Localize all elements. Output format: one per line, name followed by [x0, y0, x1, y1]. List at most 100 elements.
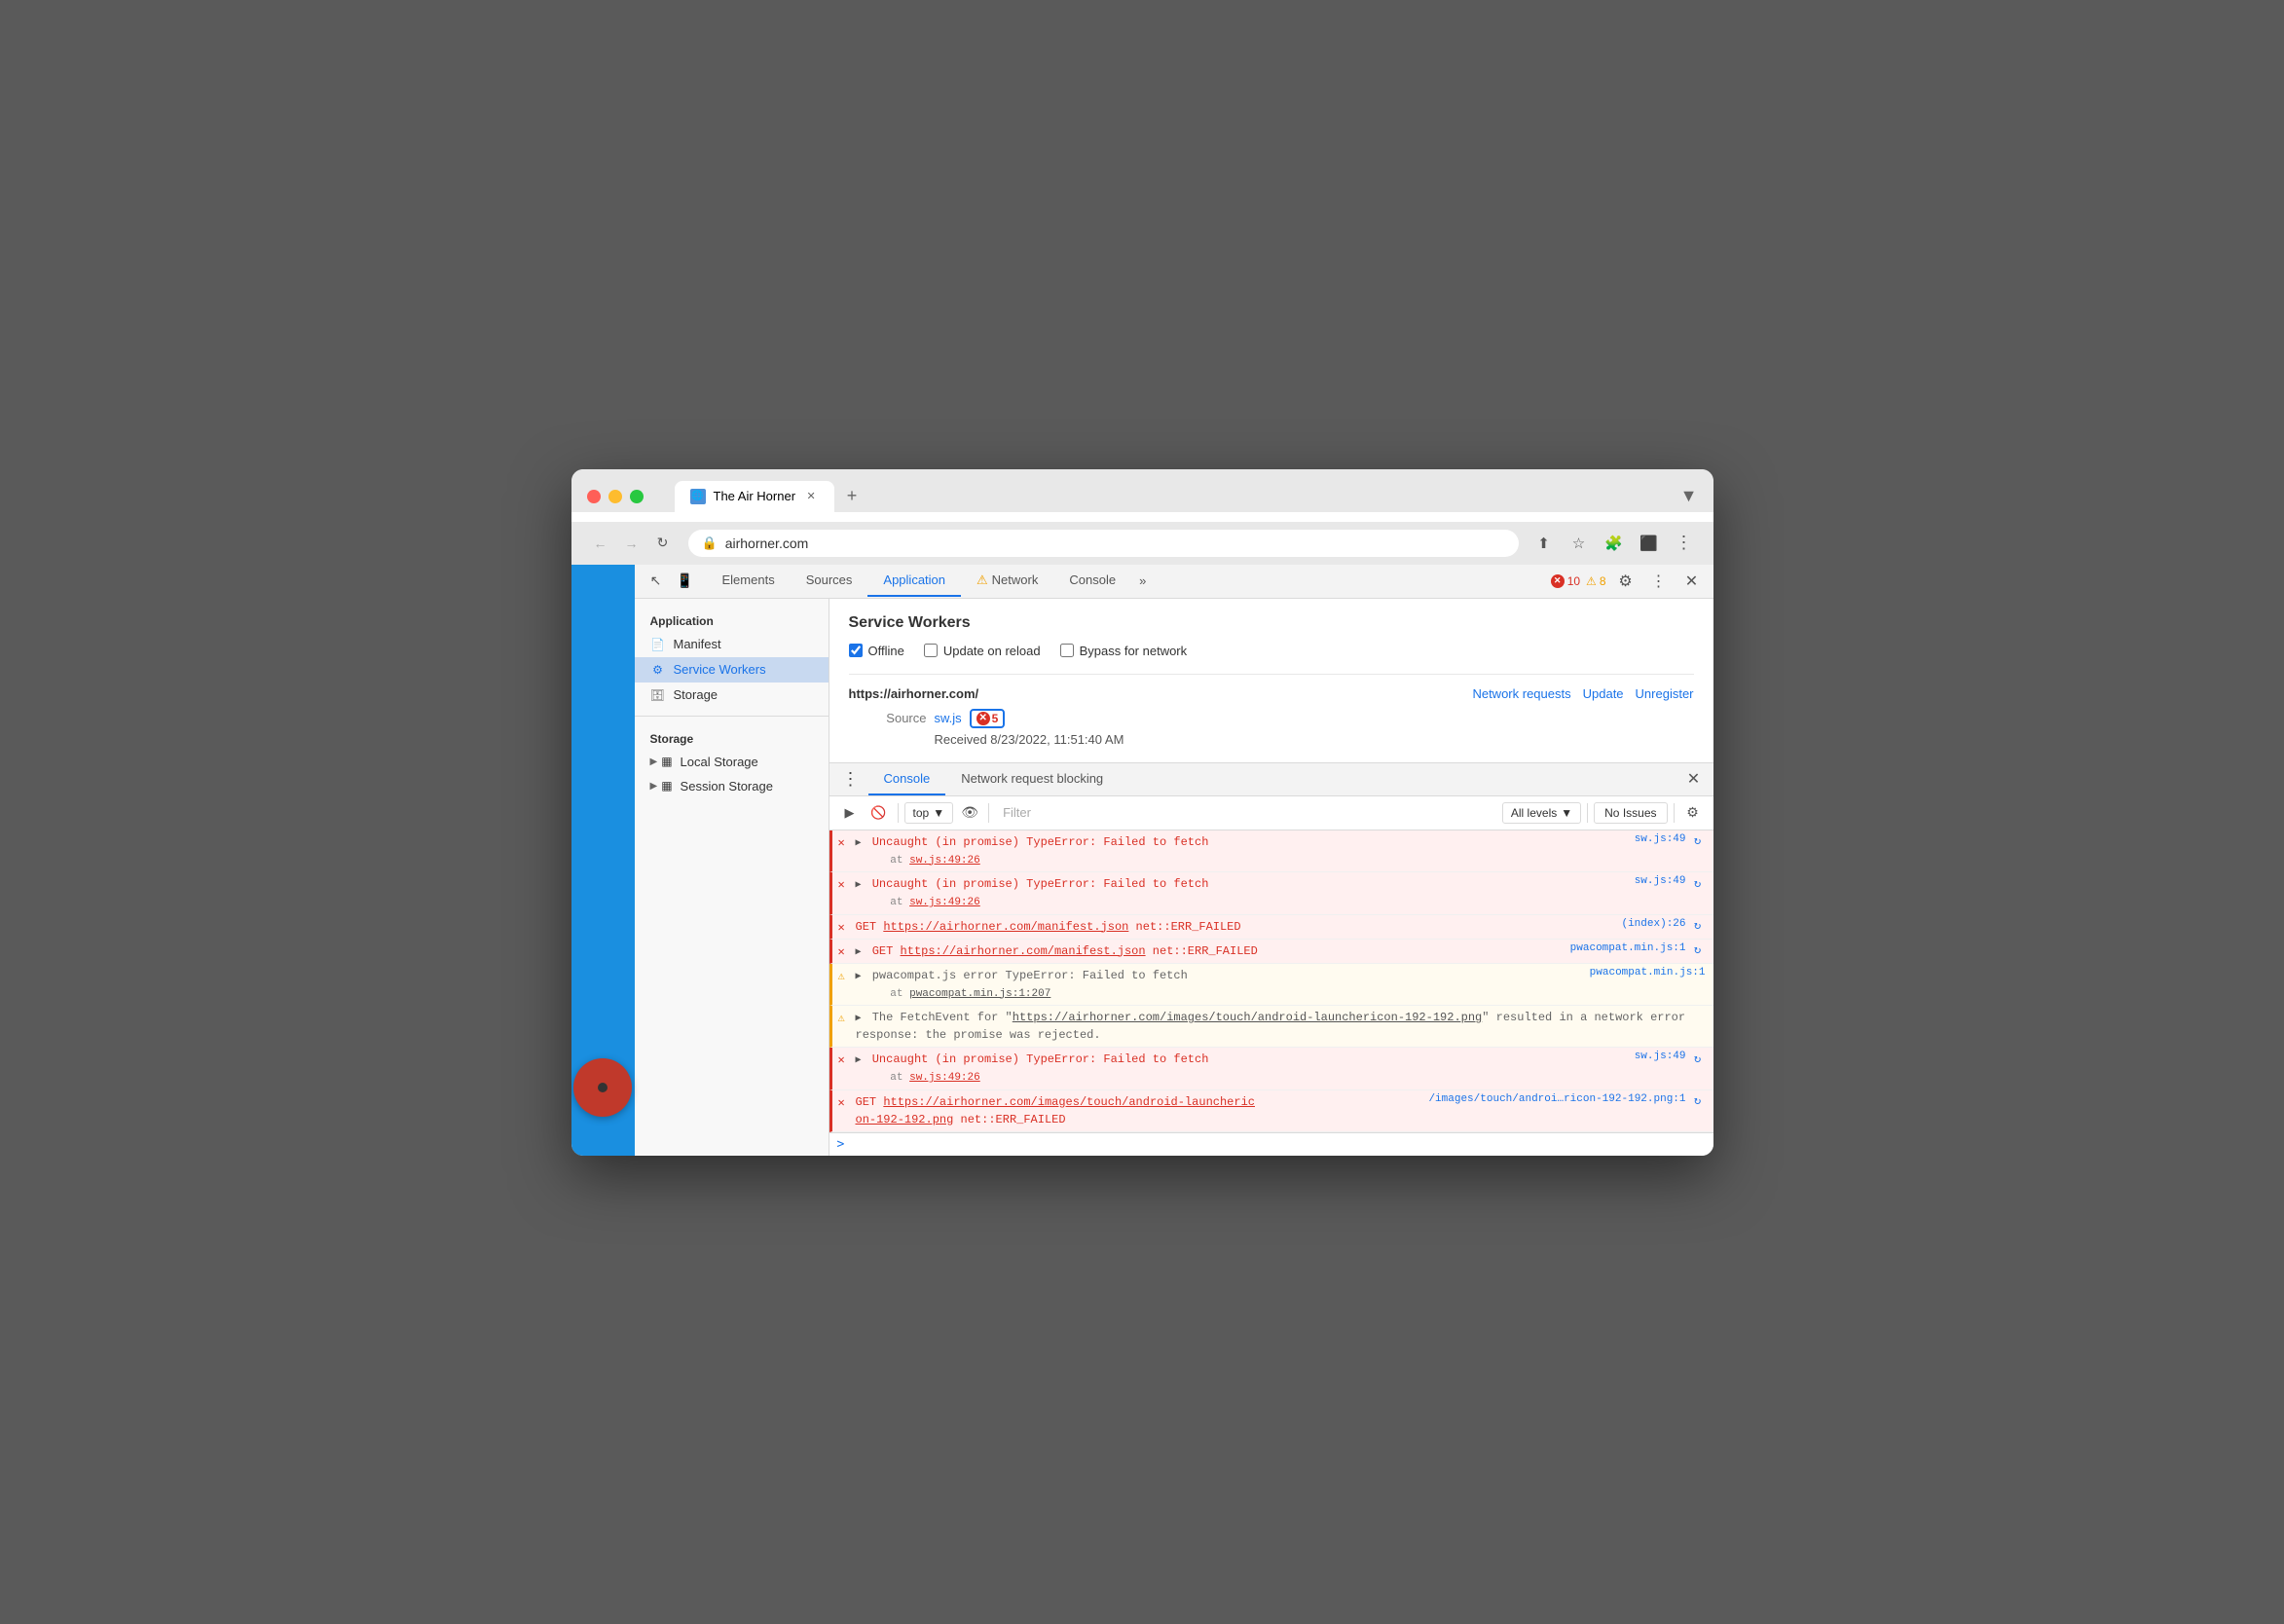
- unregister-link[interactable]: Unregister: [1636, 686, 1694, 701]
- sidebar-item-manifest[interactable]: 📄 Manifest: [635, 632, 829, 657]
- update-on-reload-checkbox-label[interactable]: Update on reload: [924, 644, 1041, 658]
- tab-application[interactable]: Application: [867, 565, 961, 597]
- log-sub-link[interactable]: sw.js:49:26: [909, 1072, 980, 1084]
- sw-source-file-link[interactable]: sw.js: [935, 711, 962, 725]
- sidebar-item-local-storage[interactable]: ▶ ▦ Local Storage: [635, 750, 829, 774]
- clear-console-button[interactable]: 🚫: [866, 800, 892, 826]
- tab-elements[interactable]: Elements: [707, 565, 791, 597]
- log-sub-link[interactable]: sw.js:49:26: [909, 855, 980, 867]
- no-issues-badge[interactable]: No Issues: [1594, 802, 1667, 824]
- console-tab-console[interactable]: Console: [868, 763, 946, 795]
- sidebar-label-session-storage: Session Storage: [681, 779, 773, 794]
- expand-arrow-icon[interactable]: ▶: [856, 1014, 862, 1024]
- expand-arrow-icon[interactable]: ▶: [856, 972, 862, 982]
- update-on-reload-checkbox[interactable]: [924, 644, 938, 657]
- log-message: Uncaught (in promise) TypeError: Failed …: [872, 1052, 1209, 1066]
- eye-button[interactable]: 👁: [957, 800, 982, 826]
- devtools-close-button[interactable]: ✕: [1678, 568, 1706, 595]
- network-requests-link[interactable]: Network requests: [1472, 686, 1570, 701]
- context-chevron-icon: ▼: [933, 806, 944, 820]
- filter-input[interactable]: [995, 801, 1498, 824]
- bypass-checkbox-label[interactable]: Bypass for network: [1060, 644, 1188, 658]
- log-reload-icon[interactable]: ↻: [1690, 918, 1706, 934]
- log-source[interactable]: pwacompat.min.js:1: [1574, 967, 1706, 978]
- sw-error-badge[interactable]: ✕ 5: [970, 709, 1006, 728]
- close-traffic-light[interactable]: [587, 490, 601, 503]
- levels-selector[interactable]: All levels ▼: [1502, 802, 1581, 824]
- error-count-badge[interactable]: ✕ 10: [1551, 574, 1580, 588]
- log-fetch-link[interactable]: https://airhorner.com/images/touch/andro…: [1013, 1011, 1482, 1024]
- menu-button[interactable]: ⋮: [1671, 530, 1698, 557]
- tab-sources[interactable]: Sources: [791, 565, 868, 597]
- active-tab[interactable]: 🌐 The Air Horner ✕: [675, 481, 835, 512]
- error-icon: ✕: [838, 944, 845, 959]
- bookmark-button[interactable]: ☆: [1566, 530, 1593, 557]
- forward-button[interactable]: →: [618, 530, 645, 557]
- extensions-button[interactable]: 🧩: [1601, 530, 1628, 557]
- log-sub-link[interactable]: pwacompat.min.js:1:207: [909, 988, 1050, 1000]
- console-input[interactable]: [852, 1137, 1705, 1152]
- refresh-button[interactable]: ↻: [649, 530, 677, 557]
- console-settings-gear[interactable]: ⚙: [1680, 800, 1706, 826]
- source-label: Source: [849, 711, 927, 725]
- sidebar-item-storage[interactable]: 🗄 Storage: [635, 683, 829, 708]
- log-reload-icon[interactable]: ↻: [1690, 833, 1706, 849]
- sidebar-item-service-workers[interactable]: ⚙ Service Workers: [635, 657, 829, 683]
- sw-origin-row: https://airhorner.com/ Network requests …: [849, 686, 1694, 701]
- expand-arrow-icon[interactable]: ▶: [856, 947, 862, 958]
- update-link[interactable]: Update: [1583, 686, 1624, 701]
- log-reload-icon[interactable]: ↻: [1690, 942, 1706, 958]
- warning-count-badge[interactable]: ⚠ 8: [1586, 574, 1605, 588]
- log-source[interactable]: sw.js:49: [1619, 875, 1686, 887]
- airhorn-button[interactable]: [573, 1058, 632, 1117]
- log-reload-icon[interactable]: ↻: [1690, 1051, 1706, 1066]
- console-close-button[interactable]: ✕: [1682, 767, 1706, 791]
- log-sub: at sw.js:49:26: [856, 855, 980, 867]
- log-entry: ✕ ▶ GET https://airhorner.com/manifest.j…: [829, 940, 1713, 964]
- log-sub-link[interactable]: sw.js:49:26: [909, 897, 980, 908]
- back-button[interactable]: ←: [587, 530, 614, 557]
- execute-button[interactable]: ▶: [837, 800, 863, 826]
- expand-arrow-icon[interactable]: ▶: [856, 1055, 862, 1066]
- devtools-icon-buttons: ↖ 📱: [643, 566, 699, 597]
- bypass-checkbox[interactable]: [1060, 644, 1074, 657]
- log-source[interactable]: /images/touch/androi…ricon-192-192.png:1: [1413, 1093, 1685, 1105]
- more-tabs-button[interactable]: »: [1131, 566, 1154, 596]
- offline-checkbox-label[interactable]: Offline: [849, 644, 904, 658]
- new-tab-button[interactable]: +: [838, 483, 866, 510]
- log-url-link[interactable]: https://airhorner.com/manifest.json: [901, 944, 1146, 958]
- log-source[interactable]: sw.js:49: [1619, 1051, 1686, 1062]
- log-reload-icon[interactable]: ↻: [1690, 875, 1706, 891]
- error-icon: ✕: [838, 877, 845, 892]
- log-source[interactable]: (index):26: [1605, 918, 1685, 930]
- window-controls-chevron[interactable]: ▼: [1680, 486, 1698, 506]
- minimize-traffic-light[interactable]: [608, 490, 622, 503]
- console-tab-network-blocking[interactable]: Network request blocking: [945, 763, 1119, 795]
- url-bar[interactable]: 🔒 airhorner.com: [688, 530, 1519, 557]
- devtools-more-button[interactable]: ⋮: [1645, 568, 1673, 595]
- sw-options: Offline Update on reload Bypass for netw…: [849, 644, 1694, 658]
- share-button[interactable]: ⬆: [1530, 530, 1558, 557]
- context-selector[interactable]: top ▼: [904, 802, 954, 824]
- sidebar-icon-local-storage: ▦: [661, 755, 672, 768]
- inspect-element-button[interactable]: ↖: [643, 566, 670, 597]
- device-toolbar-button[interactable]: 📱: [672, 566, 699, 597]
- devtools-container: ↖ 📱 Elements Sources Application ⚠ Netwo…: [635, 565, 1713, 1156]
- expand-arrow-icon[interactable]: ▶: [856, 880, 862, 891]
- devtools-settings-button[interactable]: ⚙: [1612, 568, 1639, 595]
- tab-network[interactable]: ⚠ Network: [961, 565, 1053, 598]
- offline-checkbox[interactable]: [849, 644, 863, 657]
- maximize-traffic-light[interactable]: [630, 490, 644, 503]
- log-reload-icon[interactable]: ↻: [1690, 1093, 1706, 1109]
- tab-close-button[interactable]: ✕: [803, 489, 819, 504]
- log-url-link[interactable]: https://airhorner.com/images/touch/andro…: [856, 1095, 1255, 1126]
- tab-console[interactable]: Console: [1053, 565, 1131, 597]
- log-source[interactable]: pwacompat.min.js:1: [1555, 942, 1686, 954]
- log-url-link[interactable]: https://airhorner.com/manifest.json: [883, 920, 1128, 934]
- console-panel-more-button[interactable]: ⋮: [837, 765, 865, 793]
- sidebar-item-session-storage[interactable]: ▶ ▦ Session Storage: [635, 774, 829, 798]
- log-entry: ⚠ ▶ The FetchEvent for "https://airhorne…: [829, 1006, 1713, 1048]
- profile-button[interactable]: ⬛: [1636, 530, 1663, 557]
- expand-arrow-icon[interactable]: ▶: [856, 838, 862, 849]
- log-source[interactable]: sw.js:49: [1619, 833, 1686, 845]
